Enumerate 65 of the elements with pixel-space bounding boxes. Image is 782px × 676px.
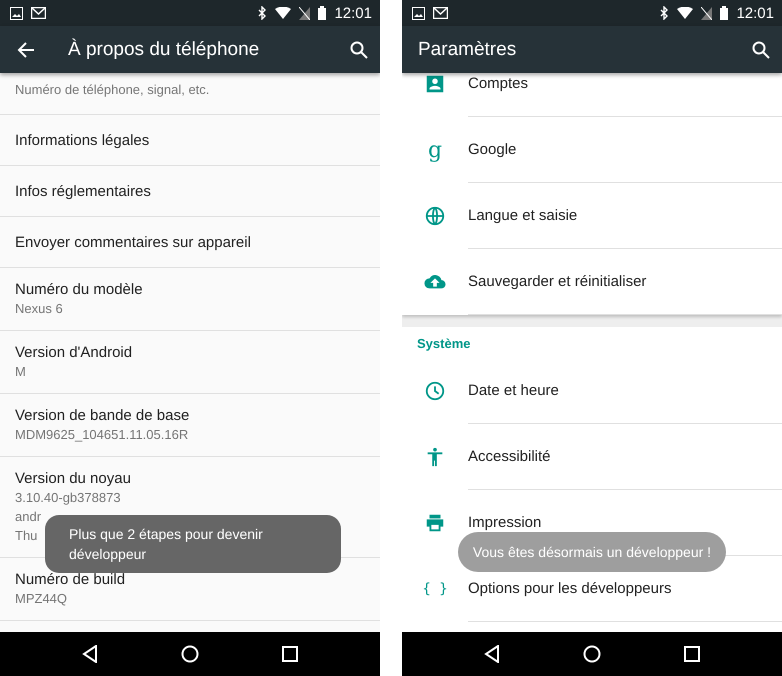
settings-item[interactable]: Options pour les développeurs [468, 580, 672, 597]
image-icon [10, 6, 23, 20]
search-icon[interactable] [752, 40, 770, 58]
wifi-icon [275, 7, 292, 19]
recents-icon[interactable] [282, 646, 298, 662]
message-toast: Vous êtes désormais un développeur ! [458, 532, 726, 572]
row-title: Version du noyau [15, 470, 132, 487]
section-header: Système [416, 335, 472, 353]
row-title: Numéro de build [15, 571, 126, 588]
row-title: Infos réglementaires [15, 182, 152, 200]
row-summary: MPZ44Q [15, 591, 68, 607]
settings-row[interactable]: Numéro du modèle Nexus 6 [0, 268, 380, 331]
account-icon [424, 73, 446, 95]
back-icon[interactable] [484, 645, 500, 663]
settings-item[interactable]: Date et heure [468, 382, 559, 399]
mail-icon [31, 7, 46, 19]
battery-icon [318, 6, 326, 20]
row-title: Envoyer commentaires sur appareil [15, 234, 252, 250]
no-sim-icon [299, 6, 310, 20]
row-title: Version de bande de base [15, 407, 190, 424]
status-time: 12:01 [736, 4, 774, 22]
home-icon[interactable] [582, 645, 601, 663]
row-title: Informations légales [15, 132, 150, 148]
settings-item[interactable]: Comptes [468, 75, 528, 92]
settings-item[interactable]: Sauvegarder et réinitialiser [468, 273, 646, 290]
settings-row[interactable]: Envoyer commentaires sur appareil [0, 217, 380, 268]
settings-item[interactable]: Accessibilité [468, 448, 551, 465]
row-summary: andr [15, 509, 42, 525]
settings-row[interactable]: Informations légales [0, 115, 380, 166]
settings-row[interactable]: Infos réglementaires [0, 166, 380, 217]
recents-icon[interactable] [684, 646, 700, 662]
home-icon[interactable] [180, 645, 199, 663]
screen-title: À propos du téléphone [68, 38, 260, 60]
back-icon[interactable] [82, 645, 98, 663]
image-icon [412, 6, 425, 20]
search-icon[interactable] [350, 40, 368, 58]
bluetooth-icon [258, 6, 268, 20]
status-time: 12:01 [334, 4, 372, 22]
row-title: Numéro du modèle [15, 281, 144, 298]
settings-row[interactable]: Version de bande de base MDM9625_104651.11.05.16R [0, 394, 380, 457]
battery-icon [720, 6, 728, 20]
back-arrow-icon[interactable] [16, 40, 36, 60]
message-toast: Plus que 2 étapes pour devenir développeur [45, 515, 341, 573]
settings-row[interactable]: Numéro de téléphone, signal, etc. [0, 73, 380, 115]
globe-icon [424, 205, 446, 227]
screen-title: Paramètres [418, 38, 518, 60]
settings-row[interactable]: Version d'Android M [0, 331, 380, 394]
row-summary: Nexus 6 [15, 301, 63, 317]
clock-icon [424, 380, 446, 402]
settings-item[interactable]: Impression [468, 514, 542, 531]
row-icon: { } [422, 581, 448, 597]
row-summary: Thu [15, 528, 38, 544]
mail-icon [433, 7, 448, 19]
row-icon: g [428, 138, 442, 162]
wifi-icon [677, 7, 694, 19]
settings-item[interactable]: Google [468, 141, 516, 158]
no-sim-icon [701, 6, 712, 20]
row-summary: Numéro de téléphone, signal, etc. [15, 82, 210, 98]
settings-item[interactable]: Langue et saisie [468, 207, 578, 224]
printer-icon [424, 512, 446, 534]
row-summary: M [15, 364, 26, 380]
row-summary: 3.10.40-gb378873 [15, 490, 121, 506]
row-title: Version d'Android [15, 344, 134, 361]
row-summary: MDM9625_104651.11.05.16R [15, 427, 188, 443]
bluetooth-icon [660, 6, 670, 20]
